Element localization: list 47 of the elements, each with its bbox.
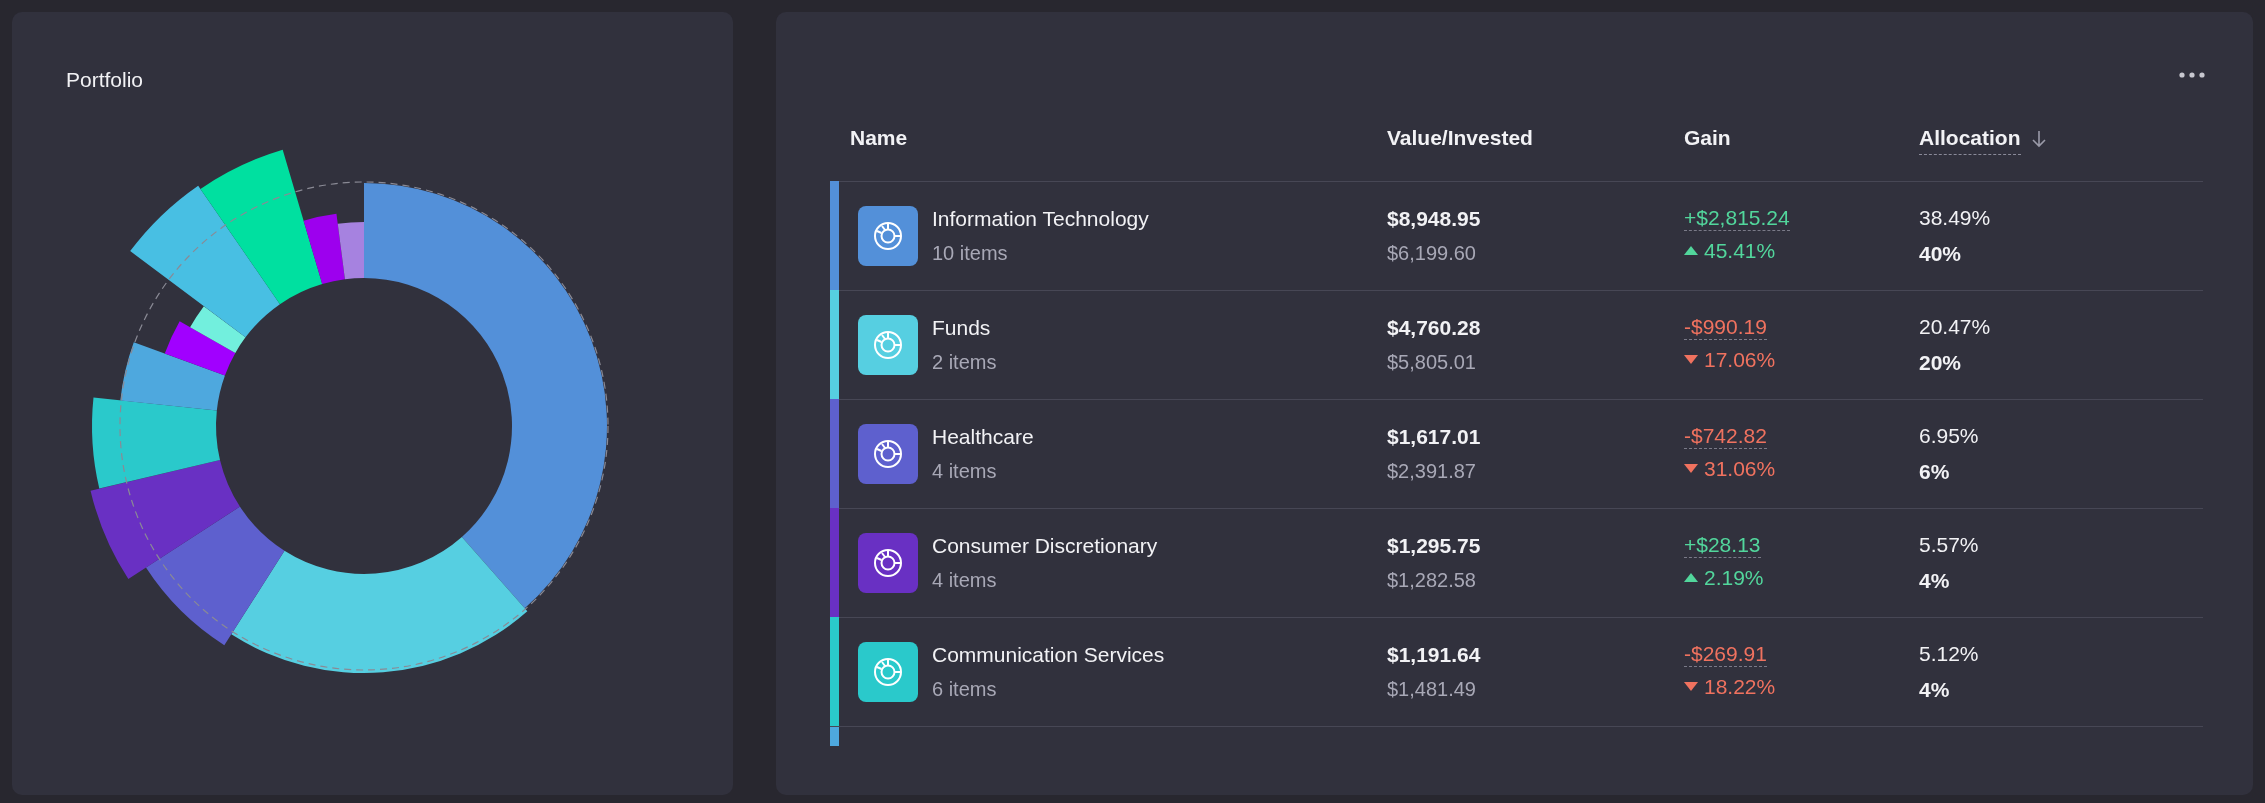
card-title: Portfolio xyxy=(66,67,144,93)
value-text: $8,948.95 xyxy=(1387,205,1482,232)
invested-text: $2,391.87 xyxy=(1387,459,1477,485)
gain-amount: +$28.13 xyxy=(1684,531,1761,558)
category-name[interactable]: Information Technology xyxy=(932,202,1149,235)
gain-amount: -$990.19 xyxy=(1684,313,1767,340)
invested-text: $6,199.60 xyxy=(1387,241,1477,267)
allocation-text: 38.49% xyxy=(1919,205,1992,231)
gain-amount: -$269.91 xyxy=(1684,640,1767,667)
target-allocation: 4% xyxy=(1919,676,1951,703)
allocation-text: 20.47% xyxy=(1919,314,1992,340)
item-count: 6 items xyxy=(932,677,998,703)
category-name[interactable]: Consumer Discretionary xyxy=(932,529,1158,562)
invested-text: $5,805.01 xyxy=(1387,350,1477,376)
category-name[interactable]: Healthcare xyxy=(932,420,1034,453)
value-text: $4,760.28 xyxy=(1387,314,1482,341)
item-count: 4 items xyxy=(932,459,998,485)
invested-text: $1,481.49 xyxy=(1387,677,1477,703)
column-header[interactable]: Value/Invested xyxy=(1387,122,1533,154)
gain-percent: 17.06% xyxy=(1704,346,1776,373)
item-count: 2 items xyxy=(932,350,997,376)
gain-percent: 2.19% xyxy=(1704,564,1764,591)
allocation-text: 5.57% xyxy=(1919,532,1980,558)
column-header[interactable]: Gain xyxy=(1684,122,1731,154)
allocation-text: 6.95% xyxy=(1919,423,1980,449)
allocation-text: 5.12% xyxy=(1919,641,1980,667)
target-allocation: 4% xyxy=(1919,567,1951,594)
gain-percent: 31.06% xyxy=(1704,455,1776,482)
value-text: $1,191.64 xyxy=(1387,641,1482,668)
gain-percent: 18.22% xyxy=(1704,673,1776,700)
more-icon[interactable] xyxy=(2179,72,2205,78)
column-header[interactable]: Name xyxy=(850,122,908,154)
target-allocation: 20% xyxy=(1919,349,1963,376)
target-allocation: 6% xyxy=(1919,458,1951,485)
value-text: $1,617.01 xyxy=(1387,423,1482,450)
category-name[interactable]: Funds xyxy=(932,311,997,344)
gain-amount: -$742.82 xyxy=(1684,422,1767,449)
item-count: 10 items xyxy=(932,241,1009,267)
gain-amount: +$2,815.24 xyxy=(1684,204,1790,231)
target-allocation: 40% xyxy=(1919,240,1963,267)
invested-text: $1,282.58 xyxy=(1387,568,1477,594)
value-text: $1,295.75 xyxy=(1387,532,1482,559)
gain-percent: 45.41% xyxy=(1704,237,1776,264)
category-name[interactable]: Communication Services xyxy=(932,638,1165,671)
column-header[interactable]: Allocation xyxy=(1919,122,2021,155)
sort-arrow-icon[interactable] xyxy=(2030,130,2047,149)
item-count: 4 items xyxy=(932,568,998,594)
